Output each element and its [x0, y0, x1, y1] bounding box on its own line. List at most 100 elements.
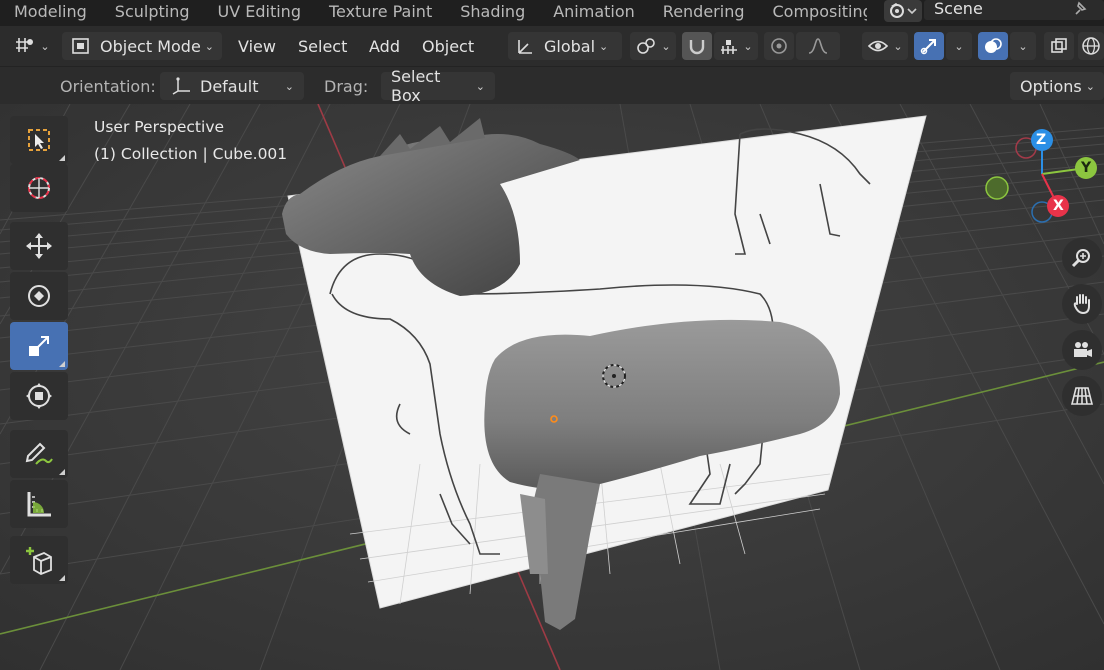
grid-perspective-icon — [1070, 387, 1094, 405]
tab-texture-paint[interactable]: Texture Paint — [315, 0, 446, 26]
ruler-icon — [27, 492, 51, 517]
viewport-header: ⌄ Object Mode ⌄ View Select Add Object G… — [0, 26, 1104, 66]
eye-icon — [868, 40, 889, 52]
move-tool[interactable] — [10, 222, 68, 270]
rotate-tool[interactable] — [10, 272, 68, 320]
hand-icon — [1073, 294, 1090, 315]
select-box-icon — [28, 129, 50, 151]
view-name: User Perspective — [94, 118, 225, 136]
tool-options-corner — [59, 469, 65, 475]
chevron-down-icon: ⌄ — [475, 79, 485, 93]
transform-icon — [26, 383, 52, 409]
scene-name-field[interactable]: Scene — [924, 0, 1104, 20]
orientation-setting-label: Orientation: — [60, 77, 156, 96]
chevron-down-icon: ⌄ — [599, 39, 609, 53]
chevron-down-icon: ⌄ — [661, 39, 671, 53]
xray-toggle[interactable] — [1044, 32, 1074, 60]
pin-icon[interactable] — [1070, 0, 1090, 18]
pivot-point-dropdown[interactable]: ⌄ — [630, 32, 676, 60]
menu-select[interactable]: Select — [298, 32, 347, 60]
chevron-down-icon: ⌄ — [40, 39, 50, 53]
rotate-icon — [28, 285, 50, 307]
chevron-down-icon: ⌄ — [743, 39, 753, 53]
chevron-down-icon: ⌄ — [893, 39, 903, 53]
gizmo-z-label: Z — [1036, 132, 1047, 148]
menu-view[interactable]: View — [238, 32, 276, 60]
tab-compositing[interactable]: Compositing — [759, 0, 867, 26]
chevron-down-icon: ⌄ — [284, 79, 294, 93]
gizmo-y-label: Y — [1081, 160, 1092, 176]
drag-setting-label: Drag: — [324, 77, 369, 96]
tab-animation[interactable]: Animation — [539, 0, 649, 26]
tab-rendering[interactable]: Rendering — [649, 0, 759, 26]
tab-modeling[interactable]: Modeling — [0, 0, 101, 26]
zoom-button[interactable] — [1062, 238, 1102, 278]
overlays-icon — [985, 38, 1002, 53]
cursor-tool[interactable] — [10, 164, 68, 212]
collection-info: (1) Collection | Cube.001 — [94, 145, 288, 163]
gizmo-icon — [920, 39, 936, 55]
pivot-icon — [637, 38, 656, 54]
visibility-dropdown[interactable]: ⌄ — [862, 32, 908, 60]
zoom-icon — [1071, 249, 1090, 268]
measure-tool[interactable] — [10, 480, 68, 528]
orientation-label: Global — [544, 36, 596, 56]
camera-icon — [1074, 342, 1092, 357]
transform-axes-icon — [172, 77, 190, 95]
select-box-tool[interactable] — [10, 116, 68, 164]
menu-add[interactable]: Add — [369, 32, 400, 60]
proportional-edit-icon — [771, 38, 787, 54]
pan-button[interactable] — [1062, 284, 1102, 324]
add-cube-tool[interactable] — [10, 536, 68, 584]
proportional-editing-toggle[interactable] — [764, 32, 794, 60]
gizmo-dropdown[interactable]: ⌄ — [946, 32, 972, 60]
drag-setting-dropdown[interactable]: Select Box ⌄ — [381, 67, 495, 105]
options-dropdown[interactable]: Options ⌄ — [1010, 72, 1104, 100]
scale-tool[interactable] — [10, 322, 68, 370]
chevron-down-icon: ⌄ — [1018, 39, 1028, 53]
cursor-icon — [28, 177, 50, 199]
move-arrows-icon — [26, 233, 52, 259]
menu-object[interactable]: Object — [422, 32, 474, 60]
scene-selector-button[interactable] — [884, 0, 922, 22]
tool-options-corner — [59, 361, 65, 367]
camera-view-button[interactable] — [1062, 330, 1102, 370]
falloff-curve-icon — [808, 38, 828, 54]
3d-viewport-icon — [16, 38, 34, 52]
wireframe-sphere-icon — [1082, 37, 1100, 55]
tool-settings-bar: Orientation: Default ⌄ Drag: Select Box … — [0, 66, 1104, 105]
annotate-tool[interactable] — [10, 430, 68, 478]
chevron-down-icon: ⌄ — [204, 39, 215, 53]
tab-uv-editing[interactable]: UV Editing — [204, 0, 315, 26]
tab-sculpting[interactable]: Sculpting — [101, 0, 204, 26]
snap-increment-icon — [721, 40, 738, 54]
gizmo-toggle[interactable] — [914, 32, 944, 60]
snap-toggle[interactable] — [682, 32, 712, 60]
chevron-down-icon: ⌄ — [954, 39, 964, 53]
editor-type-button[interactable]: ⌄ — [10, 32, 54, 60]
transform-orientation-dropdown[interactable]: Global ⌄ — [508, 32, 622, 60]
orientation-setting-value: Default — [200, 76, 259, 96]
add-cube-icon — [26, 547, 52, 575]
shading-wireframe-button[interactable] — [1078, 32, 1104, 60]
transform-tool[interactable] — [10, 372, 68, 420]
scale-icon — [29, 336, 49, 356]
orientation-setting-dropdown[interactable]: Default ⌄ — [160, 72, 304, 100]
falloff-dropdown[interactable] — [796, 32, 840, 60]
perspective-toggle-button[interactable] — [1062, 376, 1102, 416]
tab-shading[interactable]: Shading — [446, 0, 539, 26]
gizmo-x-label: X — [1053, 198, 1064, 214]
xray-icon — [1051, 38, 1067, 53]
mode-dropdown[interactable]: Object Mode ⌄ — [62, 32, 222, 60]
viewport-scene[interactable] — [0, 104, 1104, 670]
tool-options-corner — [59, 575, 65, 581]
drag-setting-value: Select Box — [391, 67, 441, 105]
overlays-toggle[interactable] — [978, 32, 1008, 60]
chevron-down-icon: ⌄ — [1085, 79, 1095, 93]
overlays-dropdown[interactable]: ⌄ — [1010, 32, 1036, 60]
magnet-icon — [689, 40, 705, 55]
pencil-icon — [25, 442, 53, 465]
3d-viewport[interactable]: User Perspective (1) Collection | Cube.0… — [0, 104, 1104, 670]
snap-target-dropdown[interactable]: ⌄ — [714, 32, 758, 60]
mode-label: Object Mode — [100, 36, 201, 56]
